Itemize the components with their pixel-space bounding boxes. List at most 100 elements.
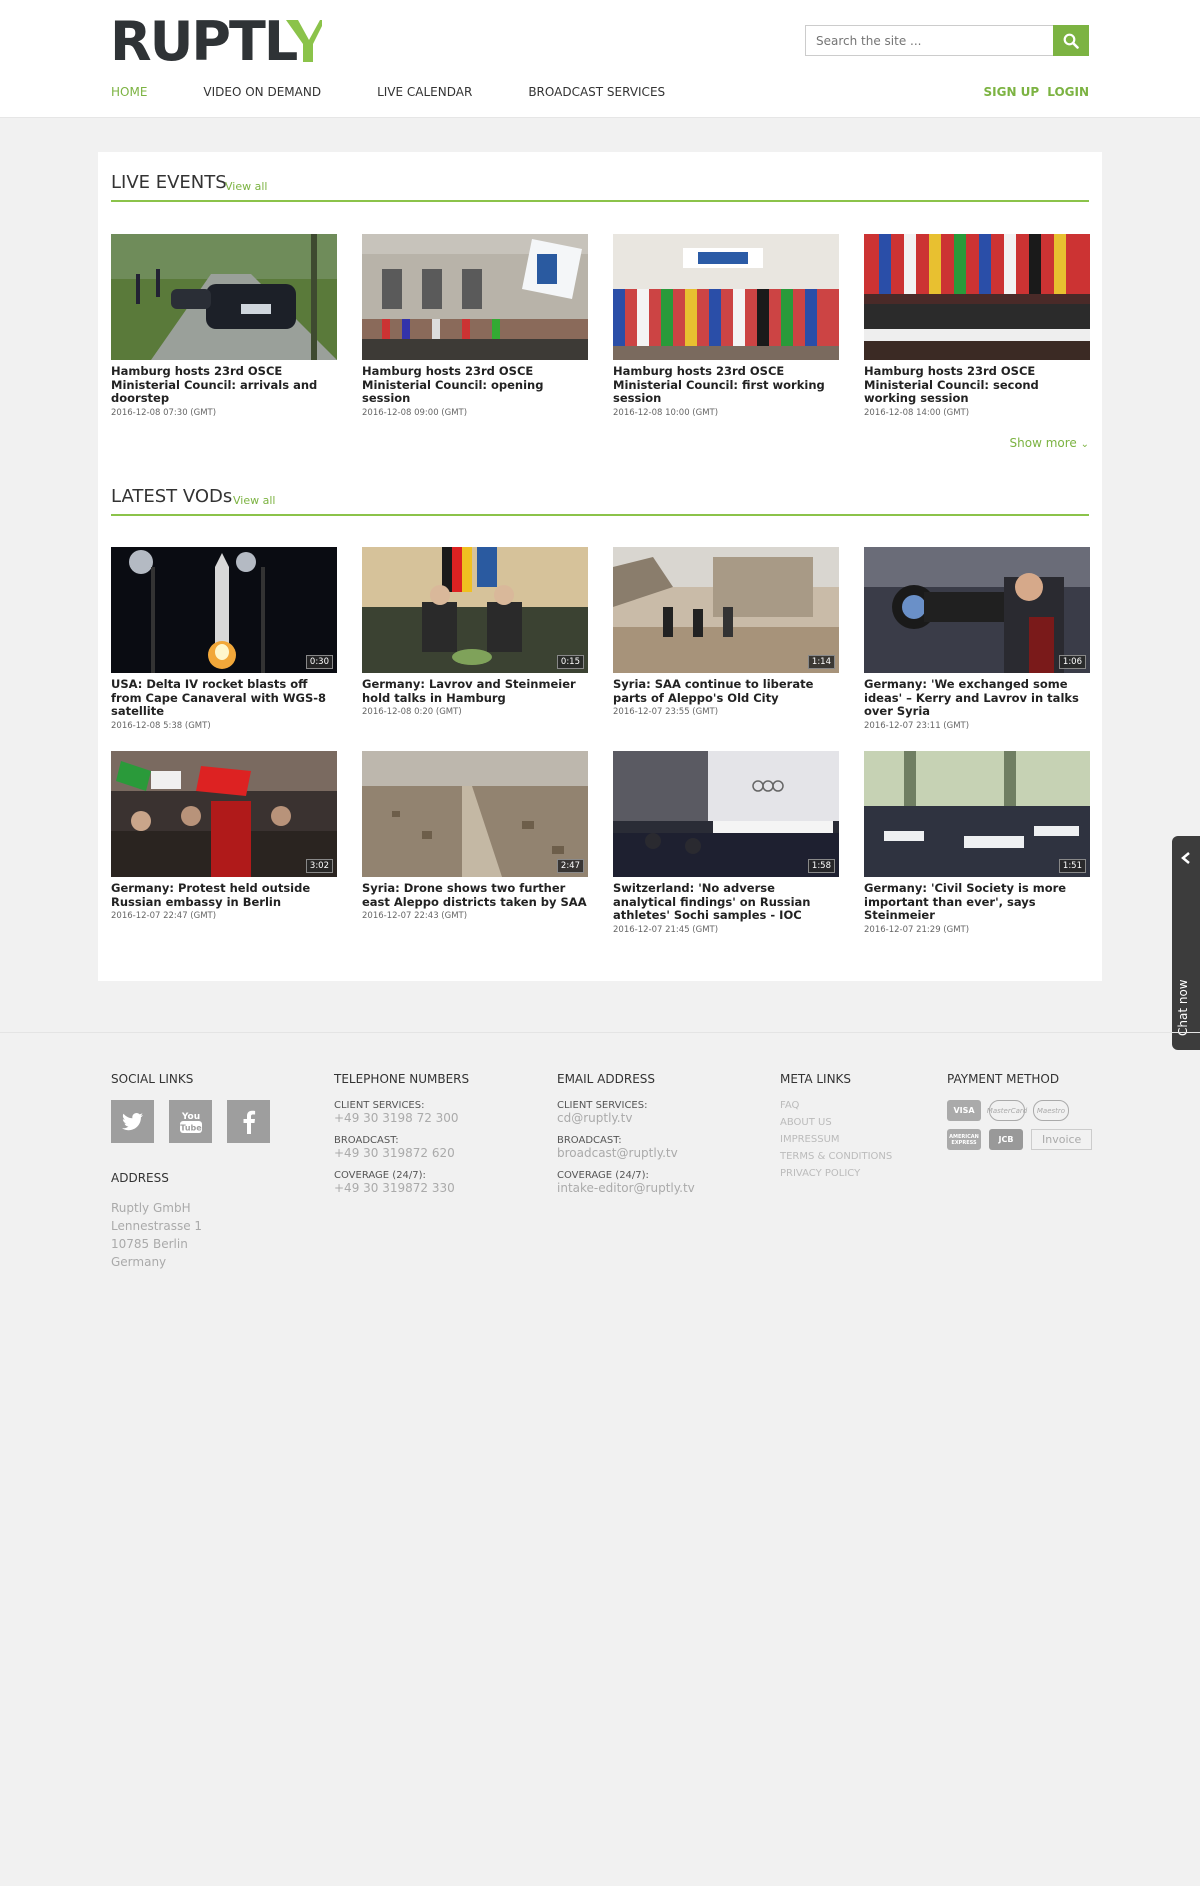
amex-icon: AMERICAN EXPRESS bbox=[947, 1129, 981, 1150]
live-event-card[interactable]: Hamburg hosts 23rd OSCE Ministerial Coun… bbox=[613, 234, 839, 418]
facebook-button[interactable] bbox=[227, 1100, 270, 1143]
vod-duration: 1:06 bbox=[1058, 655, 1086, 669]
vod-duration: 1:58 bbox=[807, 859, 835, 873]
vod-duration: 2:47 bbox=[556, 859, 584, 873]
vod-title[interactable]: Syria: SAA continue to liberate parts of… bbox=[613, 677, 839, 705]
live-event-thumbnail[interactable] bbox=[362, 234, 588, 360]
phone-value[interactable]: +49 30 319872 620 bbox=[334, 1146, 469, 1160]
vod-title[interactable]: Syria: Drone shows two further east Alep… bbox=[362, 881, 588, 909]
live-event-thumbnail[interactable] bbox=[613, 234, 839, 360]
vod-title[interactable]: Switzerland: 'No adverse analytical find… bbox=[613, 881, 839, 923]
vod-title[interactable]: Germany: 'Civil Society is more importan… bbox=[864, 881, 1090, 923]
email-link[interactable]: intake-editor@ruptly.tv bbox=[557, 1181, 695, 1195]
auth-links: SIGN UP LOGIN bbox=[984, 85, 1090, 99]
vod-thumbnail[interactable]: 1:51 bbox=[864, 751, 1090, 877]
vod-title[interactable]: Germany: Lavrov and Steinmeier hold talk… bbox=[362, 677, 588, 705]
phone-value[interactable]: +49 30 3198 72 300 bbox=[334, 1111, 469, 1125]
signup-link[interactable]: SIGN UP bbox=[984, 85, 1040, 99]
live-event-card[interactable]: Hamburg hosts 23rd OSCE Ministerial Coun… bbox=[362, 234, 588, 418]
youtube-button[interactable]: You Tube bbox=[169, 1100, 212, 1143]
meta-link-impressum[interactable]: IMPRESSUM bbox=[780, 1134, 892, 1145]
vod-card[interactable]: 1:58 Switzerland: 'No adverse analytical… bbox=[613, 751, 839, 935]
live-event-title[interactable]: Hamburg hosts 23rd OSCE Ministerial Coun… bbox=[362, 364, 588, 406]
vod-title[interactable]: Germany: Protest held outside Russian em… bbox=[111, 881, 337, 909]
footer-meta: META LINKS FAQ ABOUT US IMPRESSUM TERMS … bbox=[780, 1072, 892, 1185]
address-heading: ADDRESS bbox=[111, 1171, 169, 1185]
vod-duration: 0:15 bbox=[556, 655, 584, 669]
meta-link-terms[interactable]: TERMS & CONDITIONS bbox=[780, 1151, 892, 1162]
email-link[interactable]: broadcast@ruptly.tv bbox=[557, 1146, 695, 1160]
live-events-view-all[interactable]: View all bbox=[225, 180, 267, 193]
live-event-title[interactable]: Hamburg hosts 23rd OSCE Ministerial Coun… bbox=[864, 364, 1090, 406]
payment-row: VISA MasterCard Maestro bbox=[947, 1100, 1092, 1121]
vod-thumbnail[interactable]: 2:47 bbox=[362, 751, 588, 877]
live-events-title: LIVE EVENTS bbox=[111, 172, 227, 193]
nav-home[interactable]: HOME bbox=[111, 85, 147, 99]
vod-date: 2016-12-07 21:45 (GMT) bbox=[613, 924, 719, 935]
live-event-card[interactable]: Hamburg hosts 23rd OSCE Ministerial Coun… bbox=[111, 234, 337, 418]
live-event-date: 2016-12-08 10:00 (GMT) bbox=[613, 407, 719, 418]
search-button[interactable] bbox=[1053, 25, 1089, 56]
meta-link-about[interactable]: ABOUT US bbox=[780, 1117, 892, 1128]
vod-date: 2016-12-08 5:38 (GMT) bbox=[111, 720, 211, 731]
vod-thumbnail[interactable]: 3:02 bbox=[111, 751, 337, 877]
search-icon bbox=[1063, 33, 1079, 49]
live-event-date: 2016-12-08 14:00 (GMT) bbox=[864, 407, 970, 418]
vod-date: 2016-12-07 23:55 (GMT) bbox=[613, 707, 719, 717]
chat-tab[interactable]: Chat now bbox=[1172, 836, 1200, 1050]
vod-thumbnail[interactable]: 1:14 bbox=[613, 547, 839, 673]
latest-vods-view-all[interactable]: View all bbox=[233, 494, 275, 507]
vod-date: 2016-12-08 0:20 (GMT) bbox=[362, 707, 462, 717]
latest-vods-header: LATEST VODs View all bbox=[111, 466, 1089, 516]
vod-thumbnail[interactable]: 0:30 bbox=[111, 547, 337, 673]
vod-card[interactable]: 1:06 Germany: 'We exchanged some ideas' … bbox=[864, 547, 1090, 731]
nav-broadcast-services[interactable]: BROADCAST SERVICES bbox=[528, 85, 665, 99]
address-line: Ruptly GmbH bbox=[111, 1201, 191, 1215]
social-row: You Tube bbox=[111, 1100, 270, 1143]
chat-now-label: Chat now bbox=[1176, 979, 1190, 1036]
vod-date: 2016-12-07 22:47 (GMT) bbox=[111, 911, 217, 921]
vod-title[interactable]: Germany: 'We exchanged some ideas' – Ker… bbox=[864, 677, 1090, 719]
meta-link-privacy[interactable]: PRIVACY POLICY bbox=[780, 1168, 892, 1179]
search-input[interactable] bbox=[806, 26, 1054, 55]
visa-icon: VISA bbox=[947, 1100, 981, 1121]
footer-telephones: TELEPHONE NUMBERS CLIENT SERVICES: +49 3… bbox=[334, 1072, 469, 1205]
vod-thumbnail[interactable]: 1:58 bbox=[613, 751, 839, 877]
chevron-down-icon: ⌄ bbox=[1080, 439, 1089, 450]
phone-label: CLIENT SERVICES: bbox=[334, 1100, 425, 1111]
meta-link-faq[interactable]: FAQ bbox=[780, 1100, 892, 1111]
address-line: 10785 Berlin bbox=[111, 1237, 188, 1251]
vod-thumbnail[interactable]: 1:06 bbox=[864, 547, 1090, 673]
vod-thumbnail[interactable]: 0:15 bbox=[362, 547, 588, 673]
phone-value[interactable]: +49 30 319872 330 bbox=[334, 1181, 469, 1195]
nav-video-on-demand[interactable]: VIDEO ON DEMAND bbox=[203, 85, 321, 99]
footer-emails: EMAIL ADDRESS CLIENT SERVICES: cd@ruptly… bbox=[557, 1072, 695, 1205]
show-more-label: Show more bbox=[1009, 436, 1077, 450]
meta-links-heading: META LINKS bbox=[780, 1072, 852, 1086]
live-event-thumbnail[interactable] bbox=[111, 234, 337, 360]
main-nav: HOME VIDEO ON DEMAND LIVE CALENDAR BROAD… bbox=[111, 85, 721, 99]
email-label: BROADCAST: bbox=[557, 1135, 622, 1146]
address-line: Lennestrasse 1 bbox=[111, 1219, 203, 1233]
email-link[interactable]: cd@ruptly.tv bbox=[557, 1111, 695, 1125]
show-more-link[interactable]: Show more ⌄ bbox=[1010, 436, 1090, 450]
login-link[interactable]: LOGIN bbox=[1047, 85, 1089, 99]
vod-title[interactable]: USA: Delta IV rocket blasts off from Cap… bbox=[111, 677, 337, 719]
phone-label: COVERAGE (24/7): bbox=[334, 1170, 426, 1181]
live-event-title[interactable]: Hamburg hosts 23rd OSCE Ministerial Coun… bbox=[613, 364, 839, 406]
live-event-thumbnail[interactable] bbox=[864, 234, 1090, 360]
twitter-button[interactable] bbox=[111, 1100, 154, 1143]
vod-card[interactable]: 0:30 USA: Delta IV rocket blasts off fro… bbox=[111, 547, 337, 731]
vod-card[interactable]: 1:51 Germany: 'Civil Society is more imp… bbox=[864, 751, 1090, 935]
live-event-title[interactable]: Hamburg hosts 23rd OSCE Ministerial Coun… bbox=[111, 364, 337, 406]
content-panel: LIVE EVENTS View all Hamburg hosts 23rd … bbox=[98, 152, 1102, 981]
nav-live-calendar[interactable]: LIVE CALENDAR bbox=[377, 85, 472, 99]
vod-card[interactable]: 1:14 Syria: SAA continue to liberate par… bbox=[613, 547, 839, 717]
vod-card[interactable]: 2:47 Syria: Drone shows two further east… bbox=[362, 751, 588, 921]
vod-card[interactable]: 3:02 Germany: Protest held outside Russi… bbox=[111, 751, 337, 921]
live-event-card[interactable]: Hamburg hosts 23rd OSCE Ministerial Coun… bbox=[864, 234, 1090, 418]
footer-divider bbox=[0, 1032, 1200, 1033]
facebook-icon bbox=[243, 1110, 255, 1134]
ruptly-logo[interactable]: RUPTL bbox=[110, 16, 322, 64]
vod-card[interactable]: 0:15 Germany: Lavrov and Steinmeier hold… bbox=[362, 547, 588, 717]
